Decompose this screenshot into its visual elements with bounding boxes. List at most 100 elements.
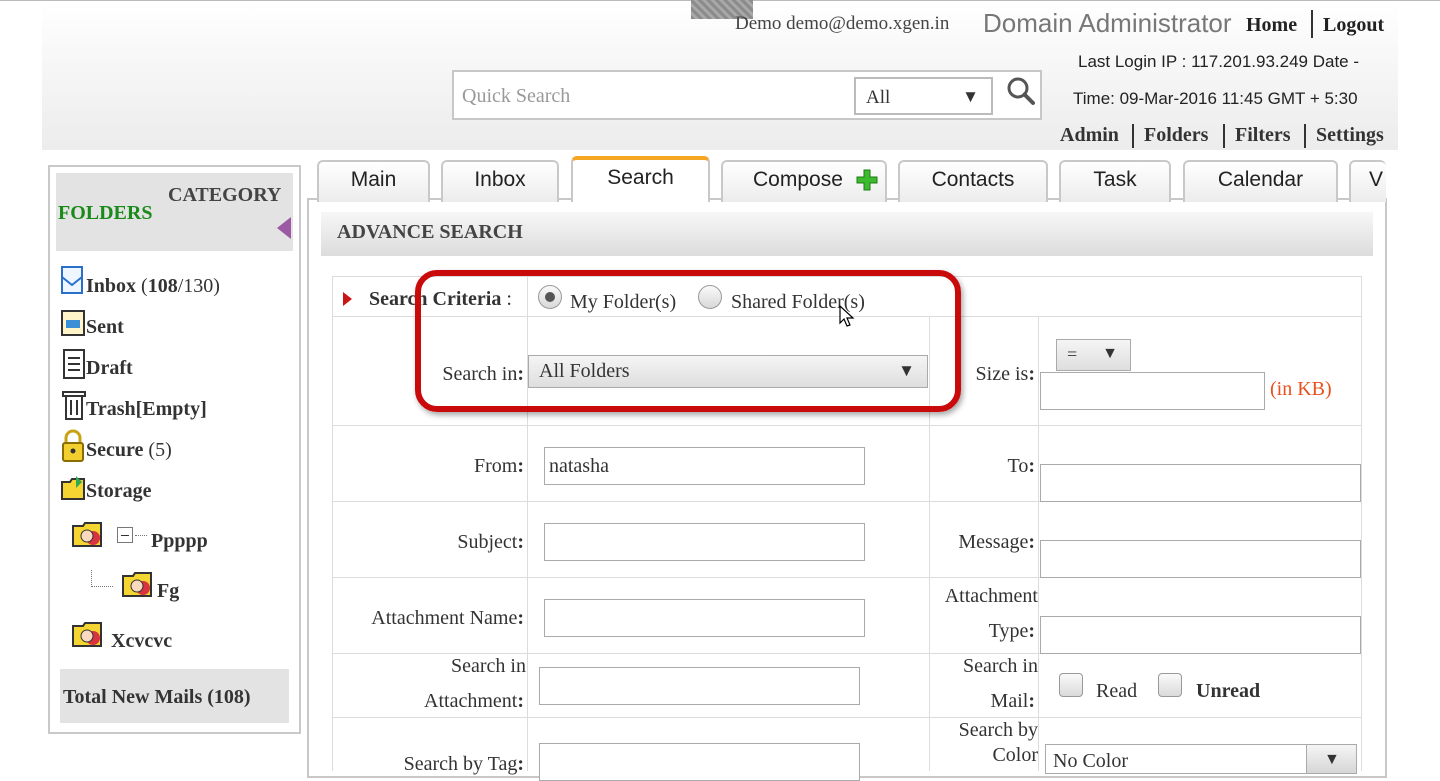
- folders-label[interactable]: FOLDERS: [58, 202, 152, 225]
- total-new-mails: Total New Mails (108): [63, 686, 251, 708]
- size-operator-select[interactable]: = ▼: [1056, 339, 1131, 371]
- message-input[interactable]: [1040, 540, 1361, 578]
- grid-line: [332, 425, 1362, 426]
- message-label: Message:: [958, 531, 1035, 553]
- grid-line: [1038, 316, 1039, 771]
- sidebar-item-secure[interactable]: Secure (5): [86, 439, 172, 462]
- secure-count: (5): [148, 439, 172, 461]
- subject-input[interactable]: [544, 523, 865, 561]
- tab-compose-label: Compose: [753, 168, 843, 191]
- divider: [1223, 124, 1225, 148]
- logout-link[interactable]: Logout: [1323, 14, 1384, 37]
- unread-label: Unread: [1196, 680, 1261, 702]
- quick-search-input[interactable]: [460, 77, 852, 115]
- tab-search[interactable]: Search: [571, 156, 710, 202]
- grid-line: [332, 276, 333, 771]
- user-identity: Demo demo@demo.xgen.in: [735, 13, 950, 34]
- search-button[interactable]: [1002, 74, 1040, 112]
- search-in-mail-label-2: Mail:: [990, 690, 1035, 712]
- storage-folder-icon: [60, 474, 86, 507]
- read-checkbox[interactable]: [1059, 673, 1083, 697]
- attachment-type-input[interactable]: [1040, 616, 1361, 654]
- inbox-unread-count: 108: [147, 275, 178, 297]
- from-label: From:: [473, 455, 524, 477]
- sidebar-item-trash[interactable]: Trash[Empty]: [86, 398, 207, 421]
- size-input[interactable]: [1040, 372, 1265, 410]
- nav-admin[interactable]: Admin: [1060, 124, 1119, 147]
- folder-name: Secure: [86, 439, 144, 461]
- highlight-annotation: [415, 270, 961, 412]
- grid-line: [1361, 276, 1362, 771]
- category-label[interactable]: CATEGORY: [168, 184, 281, 207]
- sidebar-item-ppppp[interactable]: Ppppp: [151, 530, 208, 553]
- home-link[interactable]: Home: [1246, 14, 1297, 37]
- tab-main[interactable]: Main: [317, 160, 430, 202]
- tree-collapse-icon[interactable]: [117, 527, 133, 543]
- size-unit-label: (in KB): [1270, 378, 1332, 400]
- plus-icon: [856, 169, 878, 196]
- search-in-mail-label-1: Search in: [963, 655, 1038, 677]
- sidebar-item-xcvcvc[interactable]: Xcvcvc: [111, 630, 172, 653]
- tab-inbox[interactable]: Inbox: [441, 160, 559, 202]
- search-by-tag-label: Search by Tag:: [403, 753, 524, 775]
- sent-icon: [60, 308, 86, 343]
- scope-value: All: [866, 87, 891, 108]
- last-login-info: Last Login IP : 117.201.93.249 Date -: [1078, 52, 1360, 71]
- divider: [1132, 124, 1134, 148]
- collapse-sidebar-icon[interactable]: [277, 217, 291, 239]
- search-by-tag-input[interactable]: [539, 743, 860, 781]
- to-label: To:: [1007, 455, 1036, 477]
- size-operator-value: =: [1067, 344, 1078, 364]
- color-select-button: ▼: [1306, 745, 1356, 773]
- sidebar-item-sent[interactable]: Sent: [86, 316, 124, 339]
- tree-connector: [91, 586, 113, 587]
- tab-task[interactable]: Task: [1059, 160, 1171, 202]
- sidebar-item-inbox[interactable]: Inbox (108/130): [86, 275, 220, 298]
- trash-icon: [62, 389, 86, 426]
- subject-label: Subject:: [457, 531, 524, 553]
- login-time: Time: 09-Mar-2016 11:45 GMT + 5:30: [1073, 89, 1358, 108]
- sidebar-item-fg[interactable]: Fg: [157, 580, 179, 603]
- search-in-attachment-input[interactable]: [539, 667, 860, 705]
- attachment-type-label-2: Type:: [988, 620, 1035, 642]
- sidebar-item-draft[interactable]: Draft: [86, 357, 133, 380]
- attachment-name-label: Attachment Name:: [371, 607, 524, 629]
- mouse-cursor-icon: [839, 304, 855, 334]
- role-label: Domain Administrator: [983, 8, 1232, 38]
- tab-calendar[interactable]: Calendar: [1183, 160, 1338, 202]
- inbox-icon: [60, 265, 86, 302]
- unread-checkbox[interactable]: [1158, 673, 1182, 697]
- nav-folders[interactable]: Folders: [1144, 124, 1208, 147]
- search-by-color-select[interactable]: No Color ▼: [1045, 744, 1357, 774]
- nav-filters[interactable]: Filters: [1235, 124, 1291, 147]
- sidebar-item-storage[interactable]: Storage: [86, 480, 152, 503]
- quick-search-scope-select[interactable]: All ▼: [854, 77, 993, 115]
- to-input[interactable]: [1040, 464, 1361, 502]
- draft-icon: [62, 348, 86, 385]
- search-icon: [1007, 77, 1035, 105]
- tree-connector: [135, 535, 147, 536]
- lock-icon: [61, 429, 85, 468]
- search-by-color-label-1: Search by: [958, 719, 1038, 741]
- search-in-attachment-label-1: Search in: [451, 655, 526, 677]
- attachment-name-input[interactable]: [544, 599, 865, 637]
- grid-line: [332, 717, 1362, 718]
- divider: [1304, 124, 1306, 148]
- search-by-color-label-2: Color: [992, 744, 1038, 766]
- shared-folder-icon: [121, 570, 157, 607]
- chevron-down-icon: ▼: [1324, 751, 1340, 768]
- nav-settings[interactable]: Settings: [1316, 124, 1384, 147]
- inbox-total-count: /130): [177, 275, 220, 297]
- page-title: ADVANCE SEARCH: [337, 221, 523, 243]
- color-value: No Color: [1053, 750, 1128, 772]
- shared-folder-icon: [71, 520, 107, 557]
- expand-arrow-icon: [343, 292, 352, 306]
- divider: [1311, 10, 1313, 38]
- shared-folder-icon: [71, 620, 107, 657]
- from-input[interactable]: [544, 447, 865, 485]
- tab-overflow[interactable]: V: [1349, 160, 1386, 202]
- chevron-down-icon: ▼: [962, 87, 979, 106]
- tab-contacts[interactable]: Contacts: [898, 160, 1048, 202]
- attachment-type-label-1: Attachment: [944, 585, 1038, 607]
- tree-connector: [91, 570, 92, 587]
